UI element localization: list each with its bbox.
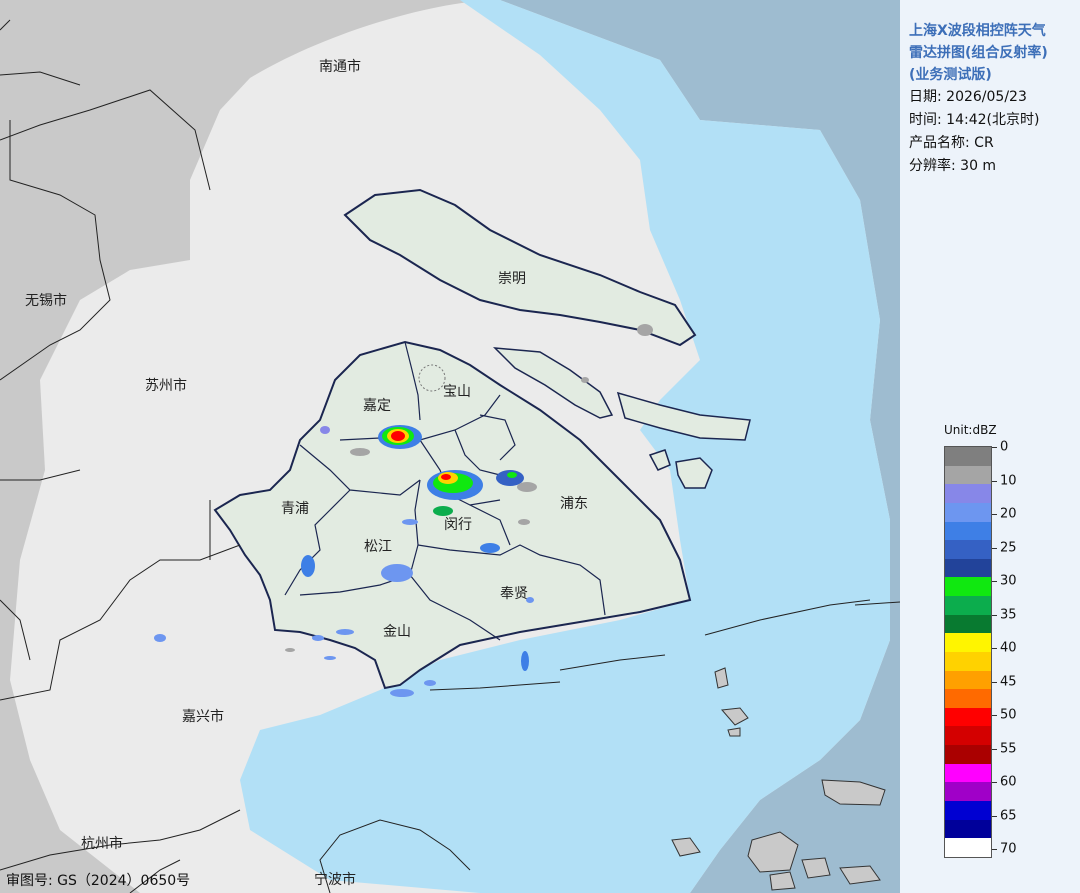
label-jiaxing: 嘉兴市 <box>182 709 224 725</box>
legend-tick-mark <box>992 480 997 482</box>
legend-swatch <box>945 670 991 690</box>
label-pudong: 浦东 <box>560 496 588 512</box>
legend-unit: Unit:dBZ <box>944 423 997 437</box>
panel-product: 产品名称: CR <box>909 135 994 151</box>
legend-tick-mark <box>992 782 997 783</box>
legend-swatch <box>945 577 991 596</box>
legend-tick-mark <box>992 681 997 683</box>
legend-tick-mark <box>992 614 997 616</box>
legend-tick-mark <box>992 748 997 750</box>
legend-swatch <box>945 782 991 801</box>
legend-tick-mark <box>992 514 997 515</box>
label-jinshan: 金山 <box>383 624 411 640</box>
label-qingpu: 青浦 <box>281 501 309 517</box>
legend-swatch <box>945 465 991 485</box>
legend-tick-label: 45 <box>1000 674 1017 689</box>
label-wuxi: 无锡市 <box>25 293 67 309</box>
legend-swatch <box>945 447 991 466</box>
legend-swatch <box>945 633 991 652</box>
legend-tick-mark <box>992 581 997 582</box>
label-fengxian: 奉贤 <box>500 586 528 602</box>
legend-swatch <box>945 502 991 522</box>
legend-swatch <box>945 558 991 578</box>
legend-swatch <box>945 838 991 857</box>
legend-tick-mark <box>992 447 997 448</box>
legend-tick-label: 65 <box>1000 808 1017 823</box>
label-jiading: 嘉定 <box>363 398 391 414</box>
legend-tick-label: 40 <box>1000 640 1017 656</box>
label-hangzhou: 杭州市 <box>81 836 123 852</box>
legend-swatch <box>945 800 991 820</box>
label-minhang: 闵行 <box>444 517 472 533</box>
legend-swatch <box>945 707 991 727</box>
legend-tick-mark <box>992 715 997 716</box>
label-chongming: 崇明 <box>498 271 526 287</box>
legend-swatch <box>945 726 991 745</box>
legend-swatch <box>945 484 991 503</box>
legend-tick-label: 55 <box>1000 741 1017 756</box>
legend-tick-label: 50 <box>1000 707 1017 723</box>
panel-title-line-2: 雷达拼图(组合反射率) <box>909 45 1048 61</box>
legend-tick-label: 25 <box>1000 540 1017 555</box>
legend-swatch <box>945 689 991 708</box>
legend-swatch <box>945 614 991 634</box>
legend-tick-label: 20 <box>1000 506 1017 522</box>
legend-swatch <box>945 819 991 839</box>
legend-swatch <box>945 540 991 559</box>
panel-time: 时间: 14:42(北京时) <box>909 112 1040 128</box>
legend-tick-label: 35 <box>1000 607 1017 622</box>
legend-swatch <box>945 763 991 783</box>
legend-tick-mark <box>992 547 997 549</box>
panel-title-line-3: (业务测试版) <box>909 67 992 83</box>
panel-title-line-1: 上海X波段相控阵天气 <box>909 23 1046 39</box>
approval-number: 审图号: GS（2024）0650号 <box>6 873 191 889</box>
label-ningbo: 宁波市 <box>314 872 356 888</box>
legend-tick-label: 30 <box>1000 573 1017 589</box>
legend-tick-label: 70 <box>1000 841 1017 857</box>
legend-tick-mark <box>992 648 997 649</box>
legend-tick-mark <box>992 815 997 817</box>
legend-swatch <box>945 596 991 615</box>
legend-tick-label: 10 <box>1000 473 1017 488</box>
panel-date: 日期: 2026/05/23 <box>909 89 1027 105</box>
legend-tick-label: 0 <box>1000 439 1009 455</box>
label-songjiang: 松江 <box>364 539 392 555</box>
legend-tick-label: 60 <box>1000 774 1017 790</box>
label-baoshan: 宝山 <box>443 384 471 400</box>
panel-resolution: 分辨率: 30 m <box>909 158 997 174</box>
label-nantong: 南通市 <box>319 59 361 75</box>
legend-colorbar <box>944 446 992 858</box>
legend-swatch <box>945 745 991 764</box>
legend-swatch <box>945 651 991 671</box>
label-suzhou: 苏州市 <box>145 378 187 394</box>
legend-swatch <box>945 521 991 541</box>
legend-tick-mark <box>992 849 997 850</box>
